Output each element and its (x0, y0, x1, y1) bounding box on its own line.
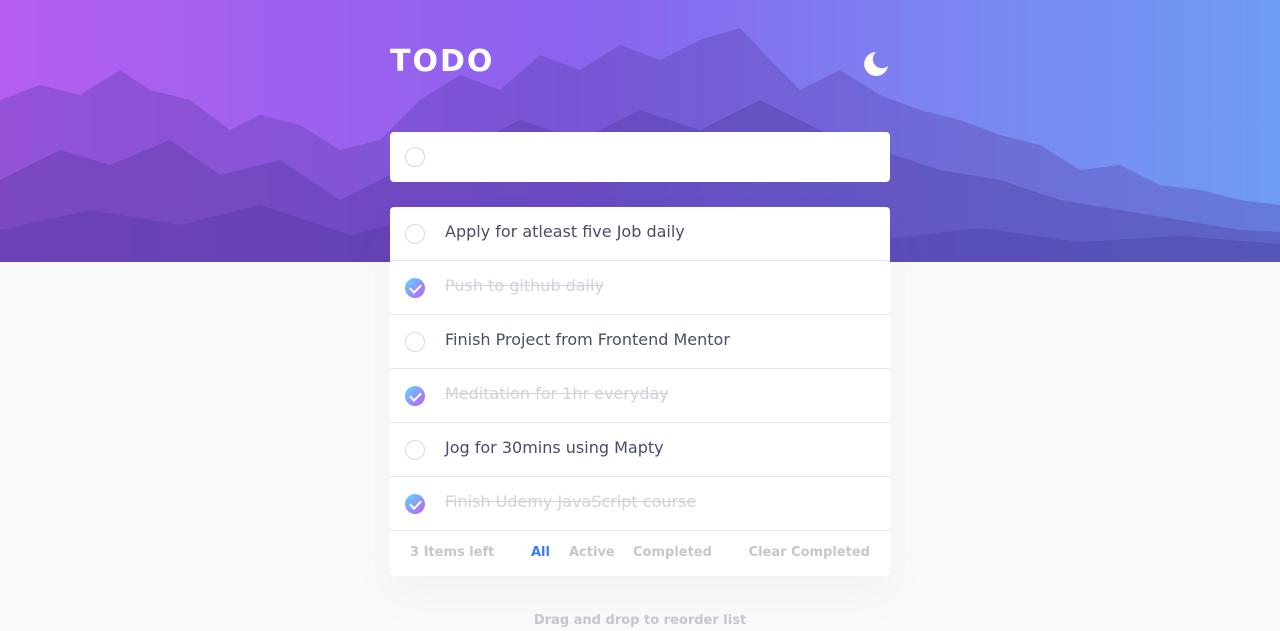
todo-check-circle[interactable] (405, 332, 425, 352)
theme-toggle-button[interactable] (862, 50, 890, 78)
clear-completed-button[interactable]: Clear Completed (749, 545, 870, 560)
filter-active-button[interactable]: Active (569, 545, 615, 560)
app-title: TODO (390, 44, 495, 79)
drag-drop-hint: Drag and drop to reorder list (533, 613, 747, 628)
todo-text: Finish Udemy JavaScript course (445, 492, 697, 511)
todo-item[interactable]: Push to github daily (390, 261, 890, 315)
todo-text: Push to github daily (445, 276, 604, 295)
todo-check-circle[interactable] (405, 224, 425, 244)
todo-text: Finish Project from Frontend Mentor (445, 330, 730, 349)
todo-item[interactable]: Finish Project from Frontend Mentor (390, 315, 890, 369)
todo-check-circle[interactable] (405, 494, 425, 514)
todo-check-circle[interactable] (405, 278, 425, 298)
new-todo-check-circle[interactable] (405, 147, 425, 167)
items-left-count: 3 Items left (410, 545, 495, 560)
todo-item[interactable]: Meditation for 1hr everyday (390, 369, 890, 423)
moon-icon (864, 52, 888, 76)
list-footer: 3 Items left All Active Completed Clear … (390, 531, 890, 576)
filter-completed-button[interactable]: Completed (633, 545, 712, 560)
new-todo-input[interactable] (445, 142, 865, 172)
todo-text: Apply for atleast five Job daily (445, 222, 685, 241)
new-todo-bar (390, 132, 890, 182)
todo-list: Apply for atleast five Job daily Push to… (390, 207, 890, 576)
todo-item[interactable]: Jog for 30mins using Mapty (390, 423, 890, 477)
todo-item[interactable]: Finish Udemy JavaScript course (390, 477, 890, 531)
todo-check-circle[interactable] (405, 386, 425, 406)
todo-text: Meditation for 1hr everyday (445, 384, 669, 403)
todo-item[interactable]: Apply for atleast five Job daily (390, 207, 890, 261)
todo-check-circle[interactable] (405, 440, 425, 460)
app-header: TODO (390, 44, 890, 84)
todo-text: Jog for 30mins using Mapty (445, 438, 664, 457)
filter-all-button[interactable]: All (531, 545, 550, 560)
